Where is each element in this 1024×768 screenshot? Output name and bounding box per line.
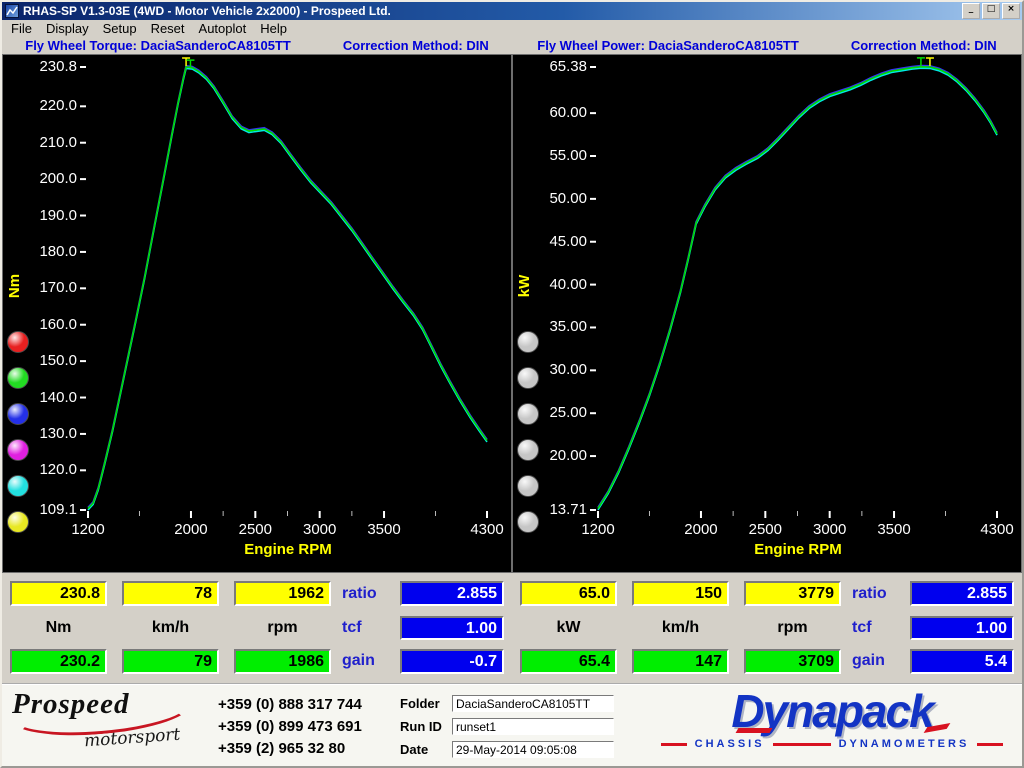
peak-marker xyxy=(925,57,934,66)
torque-unit-label: Nm xyxy=(45,619,72,636)
dynapack-name: Dynapack xyxy=(731,685,951,737)
torque-tcf-value: 1.00 xyxy=(400,616,504,640)
prospeed-name: Prospeed xyxy=(12,688,130,720)
dynapack-subtitle: CHASSIS DYNAMOMETERS xyxy=(644,738,1020,750)
power-chart-title: Fly Wheel Power: DaciaSanderoCA8105TT xyxy=(537,38,799,53)
power-second-speed: 147 xyxy=(632,649,729,674)
footer-bar: Prospeed motorsport +359 (0) 888 317 744… xyxy=(2,680,1022,766)
torque-gain-value: -0.7 xyxy=(400,649,504,674)
readouts-row: 230.8 78 1962 Nm km/h rpm 230.2 79 1986 … xyxy=(2,573,1022,683)
folder-label: Folder xyxy=(400,696,440,711)
power-chart-header: Fly Wheel Power: DaciaSanderoCA8105TT Co… xyxy=(512,37,1022,54)
power-peak-speed: 150 xyxy=(632,581,729,606)
window-title: RHAS-SP V1.3-03E (4WD - Motor Vehicle 2x… xyxy=(23,4,391,18)
power-peak-rpm: 3779 xyxy=(744,581,841,606)
dynapack-red-swash-left xyxy=(735,728,773,733)
app-icon xyxy=(5,4,19,18)
dynapack-dash-icon xyxy=(660,742,687,746)
torque-plot xyxy=(80,57,488,518)
torque-readouts: 230.8 78 1962 Nm km/h rpm 230.2 79 1986 … xyxy=(2,573,512,683)
power-gain-value: 5.4 xyxy=(910,649,1014,674)
gain-label: gain xyxy=(342,652,375,669)
torque-second-value: 230.2 xyxy=(10,649,107,674)
menu-help[interactable]: Help xyxy=(253,20,294,37)
power-correction-method: Correction Method: DIN xyxy=(850,38,997,53)
menu-display[interactable]: Display xyxy=(39,20,96,37)
power-curve-run-cyan xyxy=(597,67,998,511)
run-info-fields: Folder DaciaSanderoCA8105TT Run ID runse… xyxy=(400,692,614,761)
torque-chart-title: Fly Wheel Torque: DaciaSanderoCA8105TT xyxy=(25,38,291,53)
peak-marker xyxy=(916,57,925,66)
power-tcf-value: 1.00 xyxy=(910,616,1014,640)
torque-ratio-value: 2.855 xyxy=(400,581,504,606)
power-ratio-value: 2.855 xyxy=(910,581,1014,606)
power-panel: Fly Wheel Power: DaciaSanderoCA8105TT Co… xyxy=(512,37,1022,573)
peak-marker xyxy=(182,57,191,66)
torque-second-speed: 79 xyxy=(122,649,219,674)
dynapack-logo: Dynapack CHASSIS DYNAMOMETERS xyxy=(644,685,1020,750)
menu-file[interactable]: File xyxy=(4,20,39,37)
ratio-label: ratio xyxy=(342,585,377,602)
power-curve-run-green xyxy=(597,65,998,509)
power-peak-value: 65.0 xyxy=(520,581,617,606)
torque-panel: Fly Wheel Torque: DaciaSanderoCA8105TT C… xyxy=(2,37,512,573)
gain-label: gain xyxy=(852,652,885,669)
runid-field[interactable]: runset1 xyxy=(452,718,614,735)
ratio-label: ratio xyxy=(852,585,887,602)
power-readouts: 65.0 150 3779 kW km/h rpm 65.4 147 3709 … xyxy=(512,573,1022,683)
torque-chart: Nm Engine RPM 230.8 220.0 210.0 200.0 190.0 1… xyxy=(2,54,512,573)
power-second-rpm: 3709 xyxy=(744,649,841,674)
menu-bar: File Display Setup Reset Autoplot Help xyxy=(2,20,1022,37)
phone-numbers: +359 (0) 888 317 744 +359 (0) 899 473 69… xyxy=(218,694,362,760)
power-unit-label: kW xyxy=(556,619,581,636)
dynapack-dash-icon xyxy=(977,742,1004,746)
charts-row: Fly Wheel Torque: DaciaSanderoCA8105TT C… xyxy=(2,37,1022,573)
folder-field[interactable]: DaciaSanderoCA8105TT xyxy=(452,695,614,712)
torque-chart-header: Fly Wheel Torque: DaciaSanderoCA8105TT C… xyxy=(2,37,512,54)
rpm-unit-label: rpm xyxy=(777,619,808,636)
menu-reset[interactable]: Reset xyxy=(144,20,192,37)
speed-unit-label: km/h xyxy=(661,619,700,636)
power-plot xyxy=(590,57,998,518)
tcf-label: tcf xyxy=(852,619,872,636)
menu-setup[interactable]: Setup xyxy=(96,20,144,37)
power-chart: kW Engine RPM 65.38 60.00 55.00 50.00 45.00 4… xyxy=(512,54,1022,573)
torque-second-rpm: 1986 xyxy=(234,649,331,674)
torque-curve-run-green xyxy=(87,66,488,510)
torque-peak-speed: 78 xyxy=(122,581,219,606)
torque-peak-value: 230.8 xyxy=(10,581,107,606)
speed-unit-label: km/h xyxy=(151,619,190,636)
rpm-unit-label: rpm xyxy=(267,619,298,636)
close-button[interactable]: × xyxy=(1002,3,1020,19)
app-window: RHAS-SP V1.3-03E (4WD - Motor Vehicle 2x… xyxy=(0,0,1024,768)
menu-autoplot[interactable]: Autoplot xyxy=(192,20,254,37)
torque-curve-run-blue xyxy=(87,64,488,508)
date-field[interactable]: 29-May-2014 09:05:08 xyxy=(452,741,614,758)
prospeed-logo: Prospeed motorsport xyxy=(8,680,208,764)
power-second-value: 65.4 xyxy=(520,649,617,674)
dynapack-chassis-text: CHASSIS xyxy=(694,738,765,750)
maximize-button[interactable]: □ xyxy=(982,3,1000,19)
phone-line-3: +359 (2) 965 32 80 xyxy=(218,740,346,757)
title-bar[interactable]: RHAS-SP V1.3-03E (4WD - Motor Vehicle 2x… xyxy=(2,2,1022,20)
tcf-label: tcf xyxy=(342,619,362,636)
dynapack-dash-icon xyxy=(772,742,831,746)
minimize-button[interactable]: _ xyxy=(962,3,980,19)
dynapack-dynamometers-text: DYNAMOMETERS xyxy=(838,738,970,750)
torque-curve-run-cyan xyxy=(87,67,488,511)
phone-line-1: +359 (0) 888 317 744 xyxy=(218,696,362,713)
phone-line-2: +359 (0) 899 473 691 xyxy=(218,718,362,735)
torque-peak-rpm: 1962 xyxy=(234,581,331,606)
power-curve-run-blue xyxy=(597,64,998,508)
torque-correction-method: Correction Method: DIN xyxy=(342,38,489,53)
date-label: Date xyxy=(400,742,429,757)
runid-label: Run ID xyxy=(400,719,442,734)
